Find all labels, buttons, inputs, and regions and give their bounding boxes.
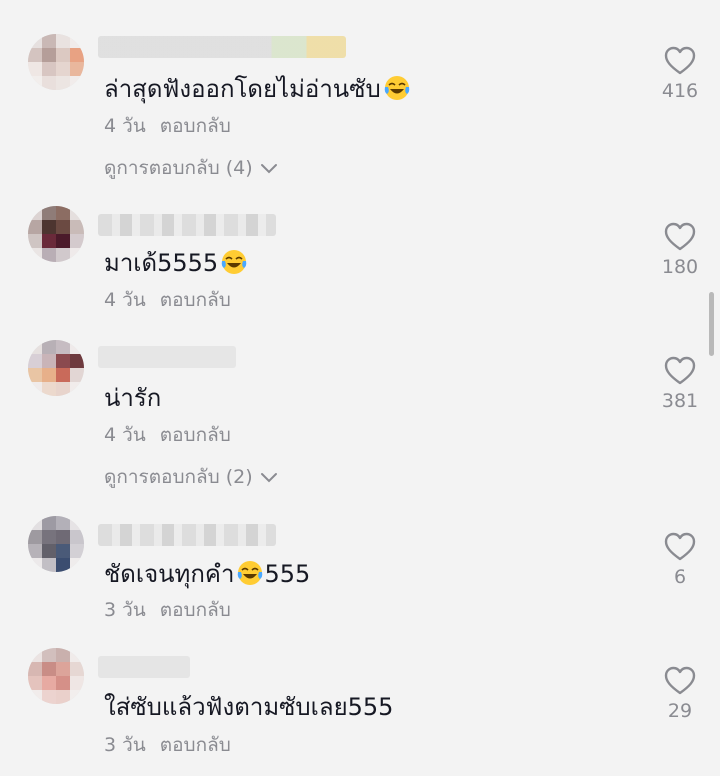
avatar[interactable]: [28, 516, 84, 572]
comment-meta: 4 วัน ตอบกลับ: [104, 288, 231, 312]
comment-meta: 3 วัน ตอบกลับ: [104, 733, 231, 757]
view-replies-button[interactable]: ดูการตอบกลับ (4): [104, 156, 279, 180]
username-blurred[interactable]: [98, 524, 276, 546]
comment-text: ใส่ซับแล้วฟังตามซับเลย555: [104, 692, 393, 722]
view-replies-button[interactable]: ดูการตอบกลับ (2): [104, 465, 279, 489]
chevron-down-icon: [260, 164, 277, 174]
username-blurred[interactable]: [98, 346, 236, 368]
comment-text-content: ชัดเจนทุกคำ: [104, 560, 235, 588]
like-button[interactable]: 180: [660, 222, 700, 278]
heart-outline-icon: [664, 532, 696, 561]
comment-text-suffix: 555: [264, 560, 311, 588]
comment-meta: 4 วัน ตอบกลับ: [104, 423, 231, 447]
heart-outline-icon: [664, 356, 696, 385]
comment-text-content: ใส่ซับแล้วฟังตามซับเลย555: [104, 693, 394, 721]
face-with-tears-of-joy-icon: [384, 76, 409, 100]
like-count: 381: [661, 390, 699, 412]
like-button[interactable]: 416: [660, 46, 700, 102]
heart-outline-icon: [664, 46, 696, 75]
scrollbar[interactable]: [709, 292, 714, 356]
view-replies-label: ดูการตอบกลับ (2): [104, 466, 253, 488]
avatar[interactable]: [28, 206, 84, 262]
like-count: 180: [661, 256, 699, 278]
like-count: 416: [661, 80, 699, 102]
comment-text: ชัดเจนทุกคำ 555: [104, 559, 310, 589]
comment-text: ล่าสุดฟังออกโดยไม่อ่านซับ: [104, 74, 411, 104]
chevron-down-icon: [260, 473, 277, 483]
comment-time: 4 วัน: [104, 424, 146, 446]
reply-button[interactable]: ตอบกลับ: [160, 115, 231, 137]
face-with-tears-of-joy-icon: [221, 250, 247, 274]
comment-text-content: มาเด้5555: [104, 249, 219, 277]
username-blurred[interactable]: [98, 656, 190, 678]
heart-outline-icon: [664, 222, 696, 251]
like-count: 6: [673, 566, 687, 588]
comment-text: น่ารัก: [104, 383, 161, 413]
like-button[interactable]: 381: [660, 356, 700, 412]
face-with-tears-of-joy-icon: [238, 561, 263, 585]
reply-button[interactable]: ตอบกลับ: [160, 424, 231, 446]
view-replies-label: ดูการตอบกลับ (4): [104, 157, 253, 179]
comment-time: 3 วัน: [104, 734, 146, 756]
comment-text-content: ล่าสุดฟังออกโดยไม่อ่านซับ: [104, 75, 381, 103]
comment-meta: 3 วัน ตอบกลับ: [104, 598, 231, 622]
reply-button[interactable]: ตอบกลับ: [160, 734, 231, 756]
comment-text-content: น่ารัก: [104, 384, 162, 412]
comment-time: 4 วัน: [104, 289, 146, 311]
avatar[interactable]: [28, 34, 84, 90]
heart-outline-icon: [664, 666, 696, 695]
like-count: 29: [667, 700, 693, 722]
like-button[interactable]: 29: [660, 666, 700, 722]
reply-button[interactable]: ตอบกลับ: [160, 599, 231, 621]
comment-time: 4 วัน: [104, 115, 146, 137]
username-blurred[interactable]: [98, 36, 346, 58]
avatar[interactable]: [28, 340, 84, 396]
avatar[interactable]: [28, 648, 84, 704]
reply-button[interactable]: ตอบกลับ: [160, 289, 231, 311]
comment-meta: 4 วัน ตอบกลับ: [104, 114, 231, 138]
username-blurred[interactable]: [98, 214, 276, 236]
comment-time: 3 วัน: [104, 599, 146, 621]
like-button[interactable]: 6: [660, 532, 700, 588]
comment-text: มาเด้5555: [104, 248, 248, 278]
